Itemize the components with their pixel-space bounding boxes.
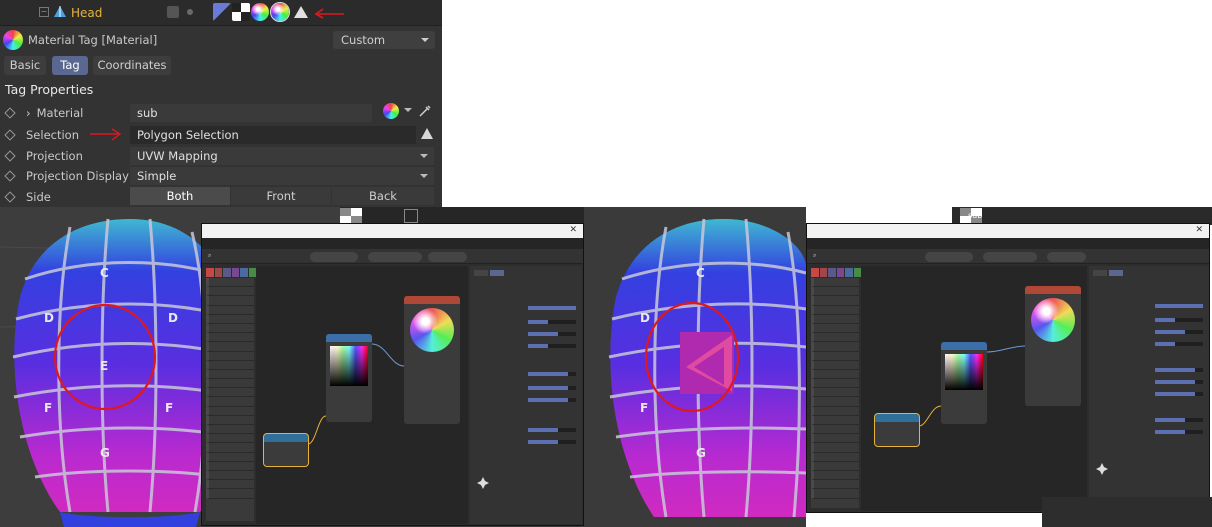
- material-row: › Material sub: [0, 103, 442, 123]
- node-editor-menu[interactable]: [202, 238, 583, 249]
- svg-text:D: D: [44, 311, 54, 325]
- search-icon[interactable]: ⌕: [208, 252, 211, 262]
- side-option-both[interactable]: Both: [130, 187, 230, 205]
- node-editor-window[interactable]: ✕ ⌕: [806, 223, 1210, 513]
- uvw-tag-icon[interactable]: [213, 3, 231, 21]
- projection-display-dropdown[interactable]: Simple: [130, 167, 434, 185]
- search-icon[interactable]: ⌕: [813, 252, 816, 262]
- keyframe-icon[interactable]: [4, 107, 16, 119]
- svg-text:F: F: [640, 401, 648, 415]
- svg-text:F: F: [165, 401, 173, 415]
- collapse-icon[interactable]: −: [39, 7, 49, 17]
- svg-text:F: F: [44, 401, 52, 415]
- node-editor-menu[interactable]: [807, 238, 1209, 249]
- node-list[interactable]: [811, 278, 859, 508]
- close-icon[interactable]: ✕: [569, 225, 577, 235]
- object-name[interactable]: Head: [71, 6, 102, 20]
- keyframe-icon[interactable]: [4, 191, 16, 203]
- checker-tag-icon[interactable]: [232, 3, 250, 21]
- expand-chevron-icon[interactable]: ›: [26, 106, 31, 120]
- svg-text:C: C: [696, 266, 705, 280]
- side-option-back[interactable]: Back: [332, 187, 434, 205]
- projection-dropdown[interactable]: UVW Mapping: [130, 147, 434, 165]
- selection-row: Selection Polygon Selection: [0, 125, 442, 145]
- node-wires: [918, 345, 1026, 427]
- selection-tag-icon: [421, 128, 433, 139]
- svg-text:G: G: [100, 446, 110, 460]
- svg-text:G: G: [696, 446, 706, 460]
- redshift-logo-icon: [1096, 463, 1108, 475]
- node-list[interactable]: [206, 278, 254, 521]
- tab-basic[interactable]: Basic: [4, 56, 46, 75]
- node-graph[interactable]: [861, 266, 1087, 511]
- projection-display-row: Projection Display Simple: [0, 166, 442, 186]
- svg-text:D: D: [640, 311, 650, 325]
- node-editor-titlebar[interactable]: ✕: [202, 224, 583, 238]
- selection-field[interactable]: Polygon Selection: [130, 126, 416, 144]
- projection-display-label: Projection Display: [26, 169, 129, 183]
- side-label: Side: [26, 190, 51, 204]
- node-editor-window[interactable]: ✕ ⌕: [201, 223, 584, 526]
- node-properties-panel[interactable]: [1089, 266, 1209, 511]
- material-tag-icon[interactable]: [251, 3, 269, 21]
- attribute-strip: [1042, 497, 1212, 527]
- toolbar-button[interactable]: [1047, 252, 1086, 262]
- node-editor-titlebar[interactable]: ✕: [807, 224, 1209, 238]
- section-title: Tag Properties: [5, 82, 94, 97]
- side-option-front[interactable]: Front: [231, 187, 331, 205]
- svg-text:C: C: [100, 266, 109, 280]
- toolbar-button[interactable]: [368, 252, 422, 262]
- toolbar-button[interactable]: [310, 252, 359, 262]
- material-icon: [3, 30, 23, 50]
- svg-text:D: D: [168, 311, 178, 325]
- redshift-logo-icon: [477, 477, 489, 489]
- close-icon[interactable]: ✕: [1195, 225, 1203, 235]
- keyframe-icon[interactable]: [4, 129, 16, 141]
- side-segmented-control: Both Front Back: [130, 187, 434, 205]
- keyframe-icon[interactable]: [4, 150, 16, 162]
- tag-header: Material Tag [Material] Custom: [0, 27, 442, 53]
- tab-tag[interactable]: Tag: [52, 56, 88, 75]
- annotation-arrow-icon: [314, 8, 344, 19]
- material-link-field[interactable]: sub: [130, 104, 372, 122]
- material-label-text: Material: [36, 106, 84, 120]
- dropdown-arrow-icon[interactable]: [404, 108, 412, 116]
- projection-label: Projection: [26, 149, 83, 163]
- projection-row: Projection UVW Mapping: [0, 146, 442, 166]
- render-dot-icon[interactable]: [187, 9, 193, 15]
- add-icon[interactable]: [404, 209, 418, 223]
- node-wires: [307, 343, 405, 445]
- object-label: sub: [968, 211, 983, 220]
- svg-text:E: E: [100, 359, 108, 373]
- selection-tag-icon[interactable]: [292, 3, 310, 21]
- toolbar-button[interactable]: [925, 252, 974, 262]
- attribute-manager: − Head Material Tag [Material] Custom Ba…: [0, 0, 442, 207]
- visibility-icon[interactable]: [167, 6, 179, 18]
- tag-title: Material Tag [Material]: [28, 33, 158, 47]
- material-tag-icon-selected[interactable]: [270, 2, 290, 22]
- material-label: › Material: [26, 106, 83, 120]
- material-swatch-icon[interactable]: [383, 103, 399, 119]
- tab-coordinates[interactable]: Coordinates: [93, 56, 171, 75]
- null-object-icon: [54, 6, 66, 17]
- annotation-arrow-icon: [90, 128, 122, 141]
- preset-dropdown[interactable]: Custom: [333, 31, 435, 49]
- checker-tag-icon: [340, 208, 362, 224]
- node-properties-panel[interactable]: [470, 266, 582, 524]
- eyedropper-icon[interactable]: [418, 104, 432, 118]
- object-row[interactable]: − Head: [0, 0, 442, 26]
- toolbar-button[interactable]: [983, 252, 1037, 262]
- node-graph[interactable]: [256, 266, 468, 524]
- viewport-before[interactable]: C D D E F F G ✕ ⌕: [0, 207, 584, 527]
- viewport-after[interactable]: C D F G sub ✕ ⌕: [584, 207, 1212, 527]
- keyframe-icon[interactable]: [4, 170, 16, 182]
- toolbar-button[interactable]: [428, 252, 467, 262]
- selection-label: Selection: [26, 128, 79, 142]
